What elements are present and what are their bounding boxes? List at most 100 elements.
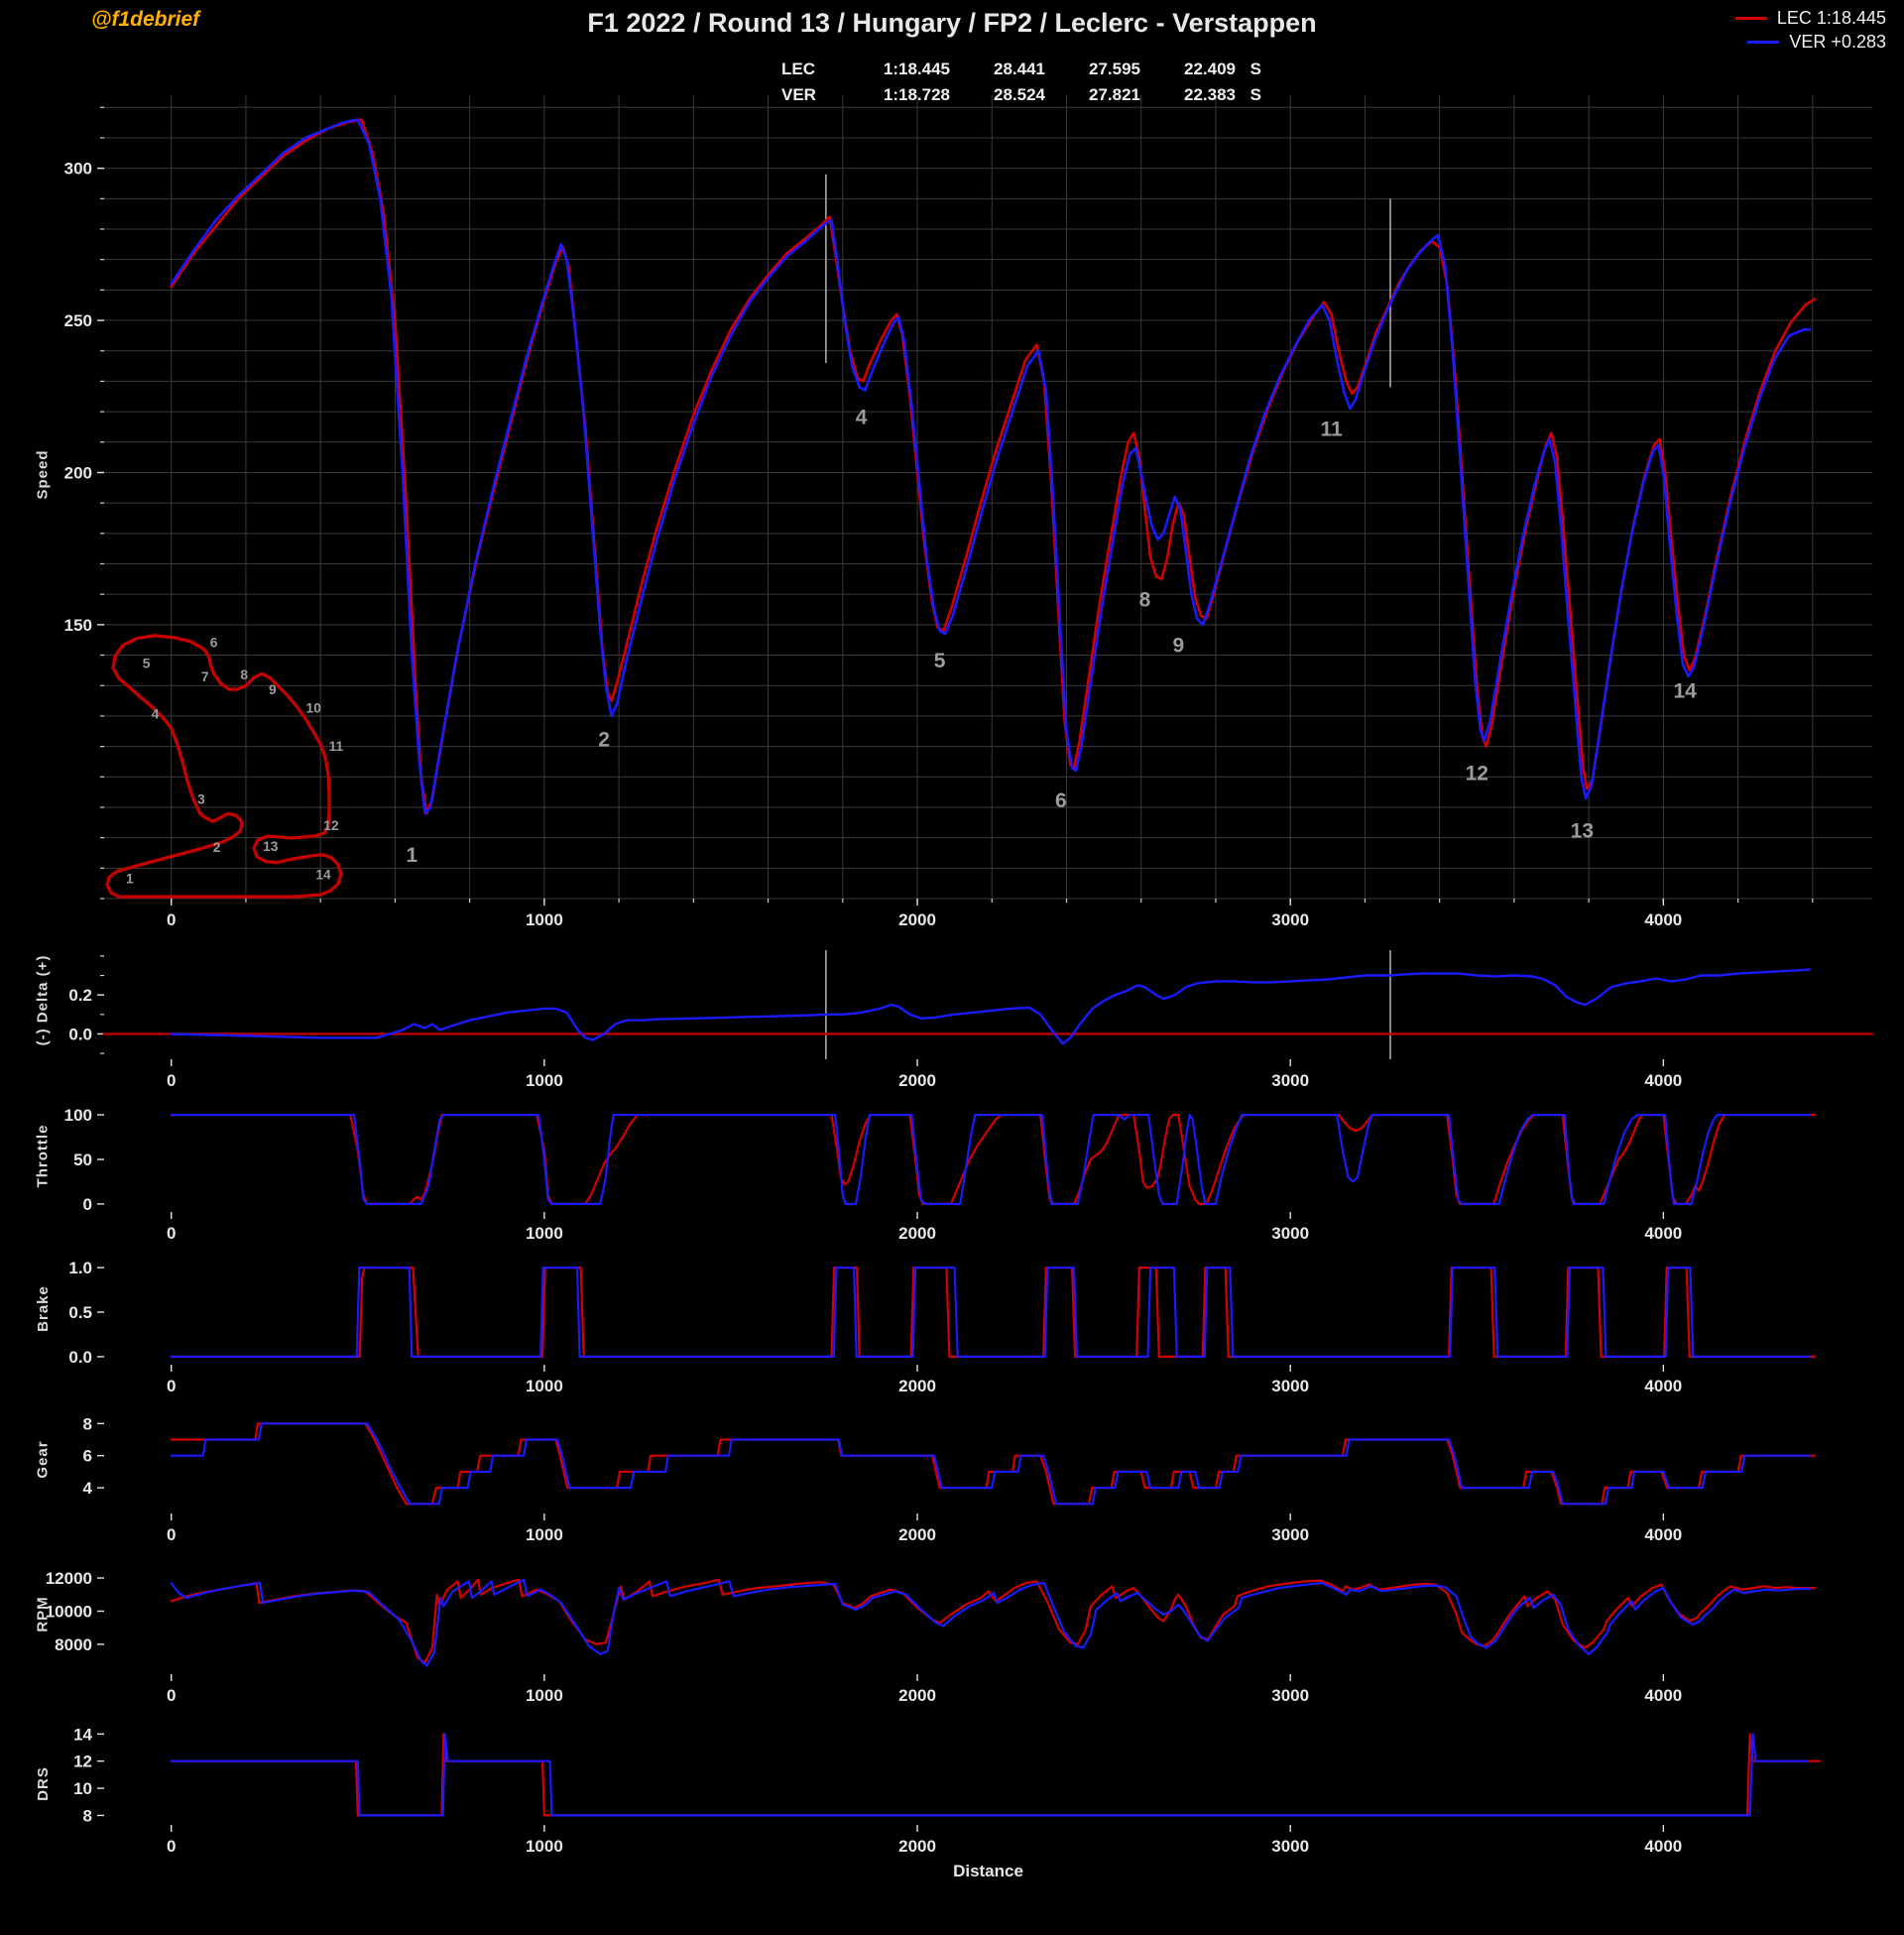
throttle-chart: 0 1000 2000 3000 4000 0 50 100 Throttle	[0, 1097, 1904, 1250]
svg-text:1000: 1000	[526, 910, 563, 929]
svg-text:0.0: 0.0	[68, 1348, 92, 1367]
svg-text:200: 200	[64, 463, 92, 482]
gear-chart: 0 1000 2000 3000 4000 4 6 8 Gear	[0, 1402, 1904, 1551]
svg-text:12: 12	[73, 1753, 92, 1771]
svg-text:3000: 3000	[1271, 1837, 1309, 1856]
svg-text:8000: 8000	[55, 1635, 92, 1654]
svg-text:9: 9	[269, 682, 277, 697]
svg-text:2000: 2000	[898, 1686, 936, 1705]
driver-cell: LEC	[781, 60, 815, 78]
svg-text:3000: 3000	[1271, 1224, 1309, 1243]
s1-cell: 28.441	[994, 60, 1045, 78]
svg-text:6: 6	[83, 1447, 92, 1466]
s2-cell: 27.595	[1089, 60, 1140, 78]
lec-line-swatch	[1734, 16, 1767, 20]
svg-text:10000: 10000	[46, 1602, 92, 1621]
gear-plot: 0 1000 2000 3000 4000 4 6 8	[83, 1414, 1816, 1544]
svg-text:4: 4	[856, 406, 868, 428]
svg-text:2000: 2000	[898, 1224, 936, 1243]
svg-text:1000: 1000	[526, 1686, 563, 1705]
svg-text:8: 8	[83, 1806, 92, 1825]
svg-text:11: 11	[329, 739, 344, 754]
svg-text:2000: 2000	[898, 910, 936, 929]
legend-item-lec: LEC 1:18.445	[1734, 6, 1886, 30]
svg-text:1000: 1000	[526, 1224, 563, 1243]
svg-text:12: 12	[323, 818, 339, 833]
svg-text:8: 8	[240, 667, 248, 682]
legend-label-lec: LEC 1:18.445	[1776, 7, 1886, 28]
svg-text:1: 1	[406, 844, 417, 867]
page-title: F1 2022 / Round 13 / Hungary / FP2 / Lec…	[587, 8, 1317, 38]
svg-text:0: 0	[167, 1837, 176, 1856]
rpm-chart: 0 1000 2000 3000 4000 8000 10000 12000 RPM	[0, 1551, 1904, 1712]
svg-text:14: 14	[315, 867, 331, 882]
svg-text:0.5: 0.5	[68, 1303, 92, 1322]
svg-text:2000: 2000	[898, 1071, 936, 1090]
svg-text:300: 300	[64, 160, 92, 179]
svg-text:0: 0	[167, 1224, 176, 1243]
driver-cell: VER	[781, 85, 816, 104]
svg-text:4000: 4000	[1644, 910, 1682, 929]
svg-text:13: 13	[263, 839, 279, 854]
svg-text:6: 6	[210, 636, 218, 651]
svg-text:2000: 2000	[898, 1377, 936, 1395]
tyre-cell: S	[1250, 60, 1261, 78]
svg-text:13: 13	[1571, 820, 1594, 843]
svg-text:250: 250	[64, 311, 92, 330]
svg-text:8: 8	[83, 1414, 92, 1433]
svg-text:7: 7	[201, 669, 209, 684]
delta-plot: 0 1000 2000 3000 4000 0.0 0.2	[68, 950, 1874, 1090]
svg-text:1000: 1000	[526, 1377, 563, 1395]
svg-text:12000: 12000	[46, 1569, 92, 1588]
s3-cell: 22.409	[1184, 60, 1236, 78]
throttle-plot: 0 1000 2000 3000 4000 0 50 100	[64, 1106, 1816, 1243]
drs-plot: 0 1000 2000 3000 4000 8 10 12 14 Distance	[73, 1725, 1822, 1880]
svg-text:4000: 4000	[1644, 1686, 1682, 1705]
svg-text:4: 4	[83, 1479, 93, 1498]
svg-text:3000: 3000	[1271, 1525, 1309, 1544]
svg-text:2000: 2000	[898, 1525, 936, 1544]
svg-text:8: 8	[1139, 588, 1151, 611]
svg-text:6: 6	[1055, 789, 1067, 812]
svg-text:2000: 2000	[898, 1837, 936, 1856]
track-map-inset: 1234567 891011121314	[105, 634, 344, 899]
svg-text:3: 3	[197, 791, 205, 806]
speed-chart: 0 1000 2000 3000 4000 150 200 250 300 1 2 4 5 6 8 9 11 12…	[0, 46, 1904, 938]
s3-cell: 22.383	[1184, 85, 1236, 104]
svg-text:100: 100	[64, 1106, 92, 1125]
svg-text:0: 0	[83, 1195, 92, 1214]
laptime-cell: 1:18.445	[883, 60, 950, 78]
delta-chart: 0 1000 2000 3000 4000 0.0 0.2 (-) Delta (+)	[0, 938, 1904, 1097]
laptime-cell: 1:18.728	[883, 85, 950, 104]
svg-text:5: 5	[934, 650, 946, 672]
svg-text:3000: 3000	[1271, 1071, 1309, 1090]
svg-text:5: 5	[143, 656, 151, 670]
svg-text:4000: 4000	[1644, 1837, 1682, 1856]
svg-text:12: 12	[1466, 762, 1488, 785]
svg-text:0: 0	[167, 1377, 176, 1395]
drs-chart: 0 1000 2000 3000 4000 8 10 12 14 Distance DRS	[0, 1712, 1904, 1890]
brake-chart: 0 1000 2000 3000 4000 0.0 0.5 1.0 Brake	[0, 1250, 1904, 1402]
svg-text:4000: 4000	[1644, 1224, 1682, 1243]
svg-text:2: 2	[213, 840, 221, 855]
svg-text:11: 11	[1320, 419, 1343, 441]
svg-text:3000: 3000	[1271, 910, 1309, 929]
svg-text:1000: 1000	[526, 1837, 563, 1856]
svg-text:9: 9	[1172, 634, 1184, 657]
svg-text:1.0: 1.0	[68, 1259, 92, 1277]
svg-text:4000: 4000	[1644, 1071, 1682, 1090]
svg-text:4: 4	[152, 707, 160, 722]
svg-text:10: 10	[73, 1779, 92, 1798]
svg-text:50: 50	[73, 1150, 92, 1169]
svg-text:14: 14	[73, 1725, 92, 1744]
svg-text:1: 1	[126, 871, 134, 886]
tyre-cell: S	[1250, 85, 1261, 104]
header: @f1debrief F1 2022 / Round 13 / Hungary …	[0, 0, 1904, 52]
rpm-plot: 0 1000 2000 3000 4000 8000 10000 12000	[46, 1569, 1816, 1705]
s2-cell: 27.821	[1089, 85, 1140, 104]
svg-text:Distance: Distance	[953, 1862, 1023, 1880]
svg-text:0: 0	[167, 1686, 176, 1705]
brake-plot: 0 1000 2000 3000 4000 0.0 0.5 1.0	[68, 1259, 1816, 1395]
svg-text:4000: 4000	[1644, 1377, 1682, 1395]
svg-text:0.0: 0.0	[68, 1025, 92, 1043]
